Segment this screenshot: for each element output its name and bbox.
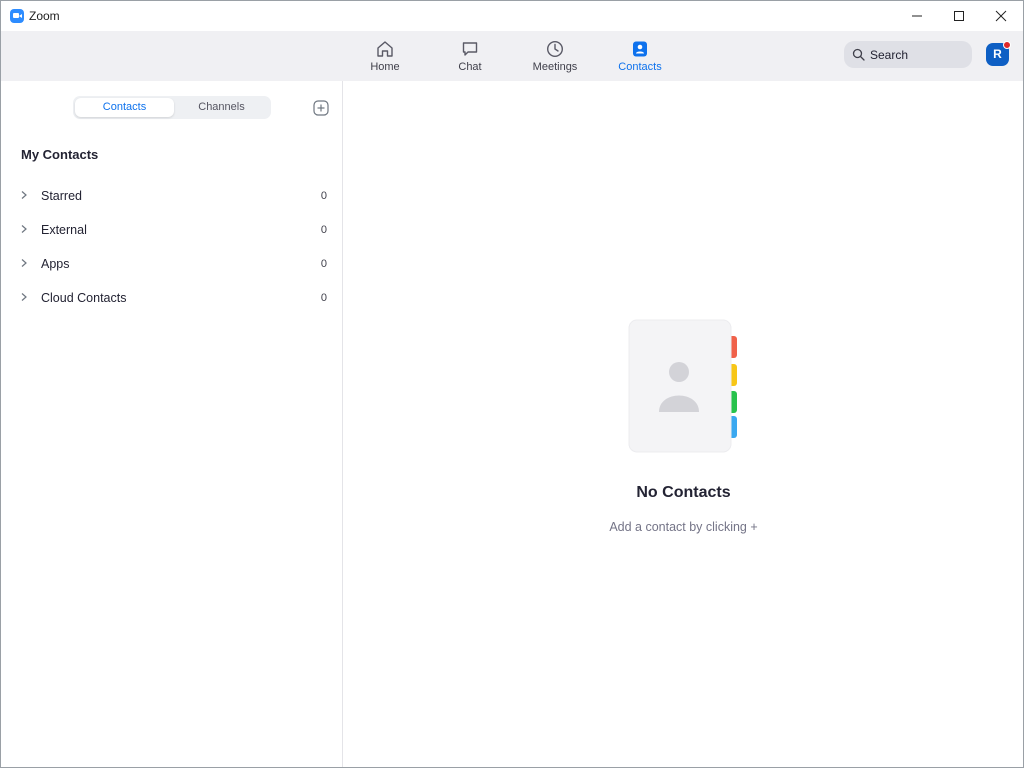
close-icon [995,10,1007,22]
add-contact-plus-icon[interactable] [313,100,329,116]
search-box[interactable]: Search [844,41,972,68]
clock-icon [546,40,564,58]
contact-group-label: Apps [41,257,70,271]
my-contacts-heading: My Contacts [21,147,99,162]
contact-detail-panel: No Contacts Add a contact by clicking + [344,81,1023,767]
chevron-right-icon [21,259,27,267]
contact-group-count: 0 [320,190,327,202]
minimize-icon [912,15,922,17]
tab-home[interactable]: Home [345,31,425,81]
zoom-logo-icon [10,9,24,23]
maximize-button[interactable] [936,1,982,31]
tab-contacts-label: Contacts [618,61,662,73]
contacts-sidebar: Contacts Channels My Contacts Starred 0 … [1,81,343,767]
contacts-channels-switch: Contacts Channels [73,96,271,119]
contact-group-starred[interactable]: Starred 0 [1,179,342,213]
contact-group-label: Starred [41,189,82,203]
chat-icon [462,42,478,56]
contact-group-cloud-contacts[interactable]: Cloud Contacts 0 [1,281,342,315]
contact-group-label: External [41,223,87,237]
tab-home-label: Home [370,61,400,73]
tab-meetings[interactable]: Meetings [515,31,595,81]
title-bar: Zoom [1,1,1023,31]
close-button[interactable] [978,1,1024,31]
contacts-icon [633,41,647,57]
segment-contacts[interactable]: Contacts [75,98,174,117]
zoom-window: Zoom Home Chat Meetings Contacts Search … [0,0,1024,768]
contact-group-label: Cloud Contacts [41,291,127,305]
empty-state-subtitle: Add a contact by clicking + [609,520,758,534]
contact-group-apps[interactable]: Apps 0 [1,247,342,281]
search-icon [852,48,865,61]
chevron-right-icon [21,225,27,233]
tab-meetings-label: Meetings [532,61,578,73]
segment-channels[interactable]: Channels [174,98,269,117]
maximize-icon [954,11,964,21]
minimize-button[interactable] [894,1,940,31]
empty-state-title: No Contacts [636,484,731,501]
address-book-illustration-icon [628,319,737,453]
contact-group-count: 0 [320,224,327,236]
tab-chat-label: Chat [458,61,482,73]
contact-group-count: 0 [320,258,327,270]
chevron-right-icon [21,293,27,301]
tab-chat[interactable]: Chat [430,31,510,81]
contact-group-count: 0 [320,292,327,304]
chevron-right-icon [21,191,27,199]
window-title: Zoom [29,9,60,23]
search-label: Search [870,48,909,62]
notification-badge [1003,41,1011,49]
tab-contacts[interactable]: Contacts [600,31,680,81]
contact-group-external[interactable]: External 0 [1,213,342,247]
home-icon [377,41,393,57]
